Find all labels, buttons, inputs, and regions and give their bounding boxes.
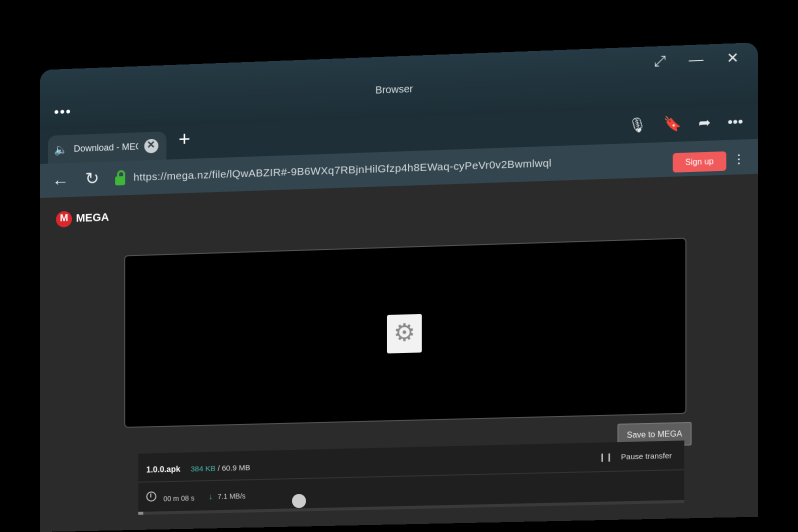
downloaded-size: 384 KB: [190, 463, 216, 474]
browser-window: ••• Browser ⤢ — ✕ 🔈 Download - MEGA ✕ + …: [40, 42, 758, 532]
lock-icon: [115, 175, 126, 185]
cursor-dot: [292, 494, 306, 508]
page-content: Sign up ⋮ M MEGA ⚙ Save to MEGA 1.0.0.ap…: [40, 151, 758, 532]
expand-icon[interactable]: ⤢: [654, 52, 666, 70]
file-name: 1.0.0.apk: [146, 464, 181, 475]
window-title: Browser: [375, 84, 413, 97]
sign-up-button[interactable]: Sign up: [672, 151, 727, 173]
clock-icon: [146, 491, 157, 502]
tab-download-mega[interactable]: 🔈 Download - MEGA ✕: [47, 131, 167, 164]
pause-icon: ❙❙: [598, 452, 613, 462]
tab-close-icon[interactable]: ✕: [143, 138, 159, 154]
back-arrow-icon[interactable]: ←: [52, 170, 69, 191]
file-progress: 384 KB / 60.9 MB: [191, 463, 251, 473]
gear-icon: ⚙: [393, 319, 416, 348]
page-menu-icon[interactable]: ⋮: [733, 152, 746, 167]
url-text[interactable]: https://mega.nz/file/lQwABZIR#-9B6WXq7RB…: [133, 157, 551, 183]
reload-icon[interactable]: ↻: [85, 169, 99, 190]
pause-transfer-label: Pause transfer: [620, 451, 672, 462]
tab-title: Download - MEGA: [73, 141, 138, 154]
size-separator: /: [217, 463, 220, 473]
file-type-tile: ⚙: [386, 313, 422, 354]
speed-value: 7.1 MB/s: [217, 492, 246, 501]
eta: 00 m 08 s: [146, 491, 194, 504]
speed: ↓ 7.1 MB/s: [209, 491, 246, 501]
pause-transfer-button[interactable]: ❙❙ Pause transfer: [599, 451, 672, 462]
close-icon[interactable]: ✕: [727, 49, 739, 67]
new-tab-plus-icon[interactable]: +: [179, 129, 191, 153]
transfer-stats: 00 m 08 s ↓ 7.1 MB/s: [146, 489, 246, 504]
minimize-icon[interactable]: —: [689, 51, 704, 69]
total-size: 60.9 MB: [221, 463, 251, 473]
mega-m-icon: M: [55, 210, 72, 228]
more-icon[interactable]: •••: [728, 113, 743, 131]
window-controls: ⤢ — ✕: [654, 49, 739, 70]
arrow-down-icon: ↓: [208, 491, 213, 501]
eta-value: 00 m 08 s: [163, 495, 195, 504]
mic-icon[interactable]: 🎙: [628, 116, 647, 134]
mega-logo[interactable]: M MEGA: [55, 210, 110, 228]
tab-actions: 🎙 🔖 ➦ •••: [628, 113, 743, 135]
speaker-icon[interactable]: 🔈: [54, 143, 68, 156]
share-icon[interactable]: ➦: [699, 114, 711, 132]
mega-logo-text: MEGA: [75, 211, 110, 225]
preview-area: ⚙: [124, 237, 687, 428]
bookmark-icon[interactable]: 🔖: [663, 115, 681, 133]
download-progress-fill: [138, 511, 144, 515]
